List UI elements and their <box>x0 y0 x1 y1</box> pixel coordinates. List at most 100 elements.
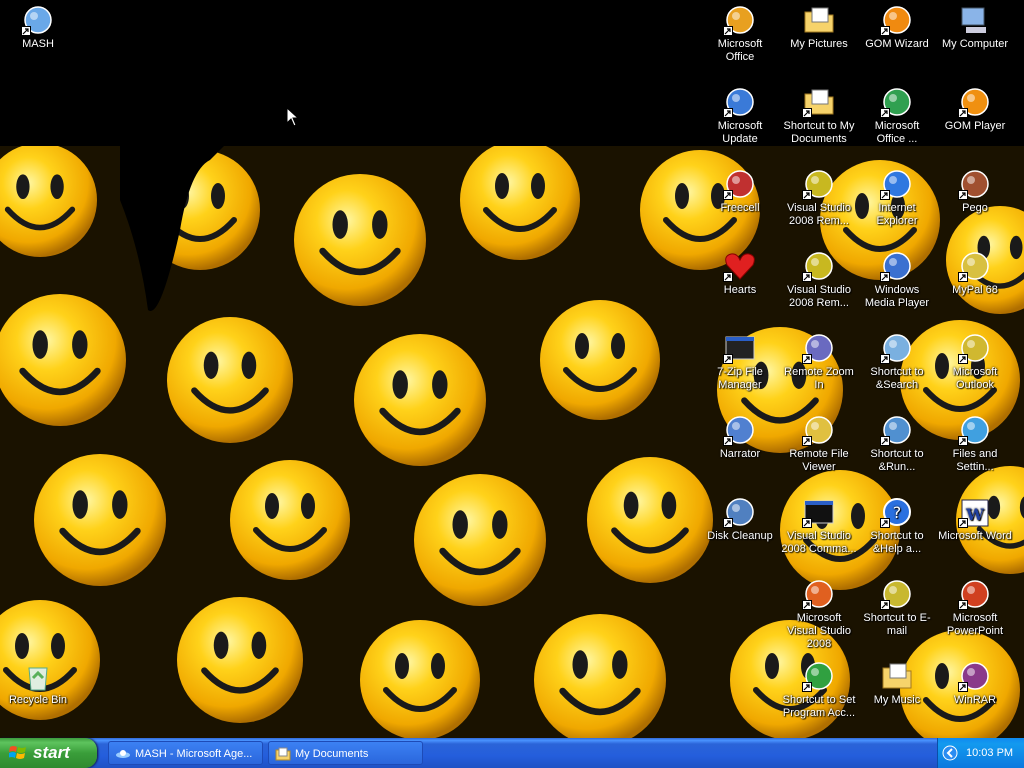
file-viewer-icon <box>802 414 836 446</box>
office-tools-icon <box>880 86 914 118</box>
desktop-icon-winrar[interactable]: WinRAR <box>937 660 1013 707</box>
clock[interactable]: 10:03 PM <box>966 738 1013 768</box>
pictures-folder-icon <box>802 4 836 36</box>
shortcut-arrow-icon <box>880 108 890 118</box>
email-icon <box>880 578 914 610</box>
pego-icon <box>958 168 992 200</box>
smiley-ball <box>177 597 303 723</box>
smiley-ball <box>540 300 660 420</box>
show-hidden-icons-chevron-icon[interactable] <box>942 745 958 761</box>
desktop-icon-mypal[interactable]: MyPal 68 <box>937 250 1013 297</box>
desktop-icon-narrator[interactable]: Narrator <box>702 414 778 461</box>
desktop-icon-gom-player[interactable]: GOM Player <box>937 86 1013 133</box>
shortcut-arrow-icon <box>802 354 812 364</box>
desktop-icon-7zip[interactable]: 7-Zip File Manager <box>702 332 778 392</box>
desktop-icon-microsoft-office[interactable]: Microsoft Office <box>702 4 778 64</box>
desktop-icon-label: Internet Explorer <box>876 202 918 227</box>
agent-icon <box>116 750 130 758</box>
taskbar-item-my-documents[interactable]: My Documents <box>268 741 423 765</box>
ufo-icon <box>21 4 55 36</box>
shortcut-arrow-icon <box>880 518 890 528</box>
computer-icon <box>958 4 992 36</box>
desktop-icon-windows-media-player[interactable]: Windows Media Player <box>859 250 935 310</box>
desktop-icon-shortcut-email[interactable]: Shortcut to E-mail <box>859 578 935 638</box>
shortcut-arrow-icon <box>723 518 733 528</box>
shortcut-arrow-icon <box>21 26 31 36</box>
visual-studio-icon <box>802 168 836 200</box>
desktop-icon-label: Shortcut to Set Program Acc... <box>782 694 856 719</box>
shortcut-arrow-icon <box>802 600 812 610</box>
desktop-icon-shortcut-my-documents[interactable]: Shortcut to My Documents <box>781 86 857 146</box>
smiley-ball <box>294 174 426 306</box>
desktop-icon-microsoft-office-tools[interactable]: Microsoft Office ... <box>859 86 935 146</box>
desktop-icon-mash[interactable]: MASH <box>0 4 76 51</box>
system-tray: 10:03 PM <box>937 738 1024 768</box>
desktop-icon-disk-cleanup[interactable]: Disk Cleanup <box>702 496 778 543</box>
desktop-icon-microsoft-word[interactable]: W Microsoft Word <box>937 496 1013 543</box>
run-icon <box>880 414 914 446</box>
shortcut-arrow-icon <box>723 354 733 364</box>
smiley-ball <box>354 334 486 466</box>
shortcut-arrow-icon <box>723 108 733 118</box>
desktop-icon-microsoft-visual-studio-2008[interactable]: Microsoft Visual Studio 2008 <box>781 578 857 651</box>
program-access-icon <box>802 660 836 692</box>
desktop-icon-label: Visual Studio 2008 Rem... <box>786 284 851 309</box>
mypal-icon <box>958 250 992 282</box>
desktop-icon-internet-explorer[interactable]: Internet Explorer <box>859 168 935 228</box>
desktop-icon-microsoft-outlook[interactable]: Microsoft Outlook <box>937 332 1013 392</box>
shortcut-arrow-icon <box>958 682 968 692</box>
desktop-icon-shortcut-run[interactable]: Shortcut to &Run... <box>859 414 935 474</box>
desktop-icon-my-computer[interactable]: My Computer <box>937 4 1013 51</box>
command-prompt-icon <box>802 496 836 528</box>
desktop-icon-label: My Music <box>873 694 921 706</box>
start-button[interactable]: start <box>0 738 97 768</box>
desktop-icon-visual-studio-rem-2[interactable]: Visual Studio 2008 Rem... <box>781 250 857 310</box>
smiley-ball <box>34 454 166 586</box>
desktop-icon-freecell[interactable]: Freecell <box>702 168 778 215</box>
desktop-icon-label: Shortcut to My Documents <box>783 120 855 145</box>
desktop[interactable]: MASH Microsoft Office My Pictures GOM Wizar… <box>0 0 1024 738</box>
desktop-icon-shortcut-search[interactable]: Shortcut to &Search <box>859 332 935 392</box>
desktop-icon-my-music[interactable]: My Music <box>859 660 935 707</box>
desktop-icon-microsoft-update[interactable]: Microsoft Update <box>702 86 778 146</box>
desktop-icon-visual-studio-rem-1[interactable]: Visual Studio 2008 Rem... <box>781 168 857 228</box>
taskbar-item-mash[interactable]: MASH - Microsoft Age... <box>108 741 263 765</box>
desktop-icon-label: WinRAR <box>953 694 997 706</box>
desktop-icon-recycle-bin[interactable]: Recycle Bin <box>0 660 76 707</box>
shortcut-arrow-icon <box>958 272 968 282</box>
desktop-icon-label: Shortcut to &Search <box>870 366 924 391</box>
desktop-icon-hearts[interactable]: Hearts <box>702 250 778 297</box>
desktop-icon-remote-zoom-in[interactable]: Remote Zoom In <box>781 332 857 392</box>
heart-icon <box>723 250 757 282</box>
desktop-icon-label: Remote File Viewer <box>789 448 849 473</box>
shortcut-arrow-icon <box>880 272 890 282</box>
desktop-icon-my-pictures[interactable]: My Pictures <box>781 4 857 51</box>
shortcut-arrow-icon <box>958 190 968 200</box>
desktop-icon-shortcut-set-program-access[interactable]: Shortcut to Set Program Acc... <box>781 660 857 720</box>
desktop-icon-remote-file-viewer[interactable]: Remote File Viewer <box>781 414 857 474</box>
shortcut-arrow-icon <box>802 436 812 446</box>
shortcut-arrow-icon <box>802 682 812 692</box>
desktop-icon-label: Visual Studio 2008 Comma... <box>781 530 857 555</box>
shortcut-arrow-icon <box>802 518 812 528</box>
desktop-icon-label: Microsoft Update <box>717 120 763 145</box>
desktop-icon-label: Pego <box>962 202 988 214</box>
shortcut-arrow-icon <box>880 190 890 200</box>
desktop-icon-shortcut-help[interactable]: ? Shortcut to &Help a... <box>859 496 935 556</box>
desktop-icon-gom-wizard[interactable]: GOM Wizard <box>859 4 935 51</box>
7zip-icon <box>723 332 757 364</box>
mouse-cursor-icon <box>286 107 300 127</box>
desktop-icon-vs-command-prompt[interactable]: Visual Studio 2008 Comma... <box>781 496 857 556</box>
shortcut-arrow-icon <box>880 600 890 610</box>
shortcut-arrow-icon <box>958 600 968 610</box>
taskbar: start MASH - Microsoft Age... My Documen… <box>0 738 1024 768</box>
shortcut-arrow-icon <box>958 108 968 118</box>
outlook-icon <box>958 332 992 364</box>
desktop-icon-microsoft-powerpoint[interactable]: Microsoft PowerPoint <box>937 578 1013 638</box>
desktop-icon-label: Files and Settin... <box>952 448 998 473</box>
desktop-icon-pego[interactable]: Pego <box>937 168 1013 215</box>
desktop-icon-files-and-settings[interactable]: Files and Settin... <box>937 414 1013 474</box>
gom-player-icon <box>958 86 992 118</box>
word-icon: W <box>958 496 992 528</box>
svg-text:?: ? <box>893 503 902 522</box>
